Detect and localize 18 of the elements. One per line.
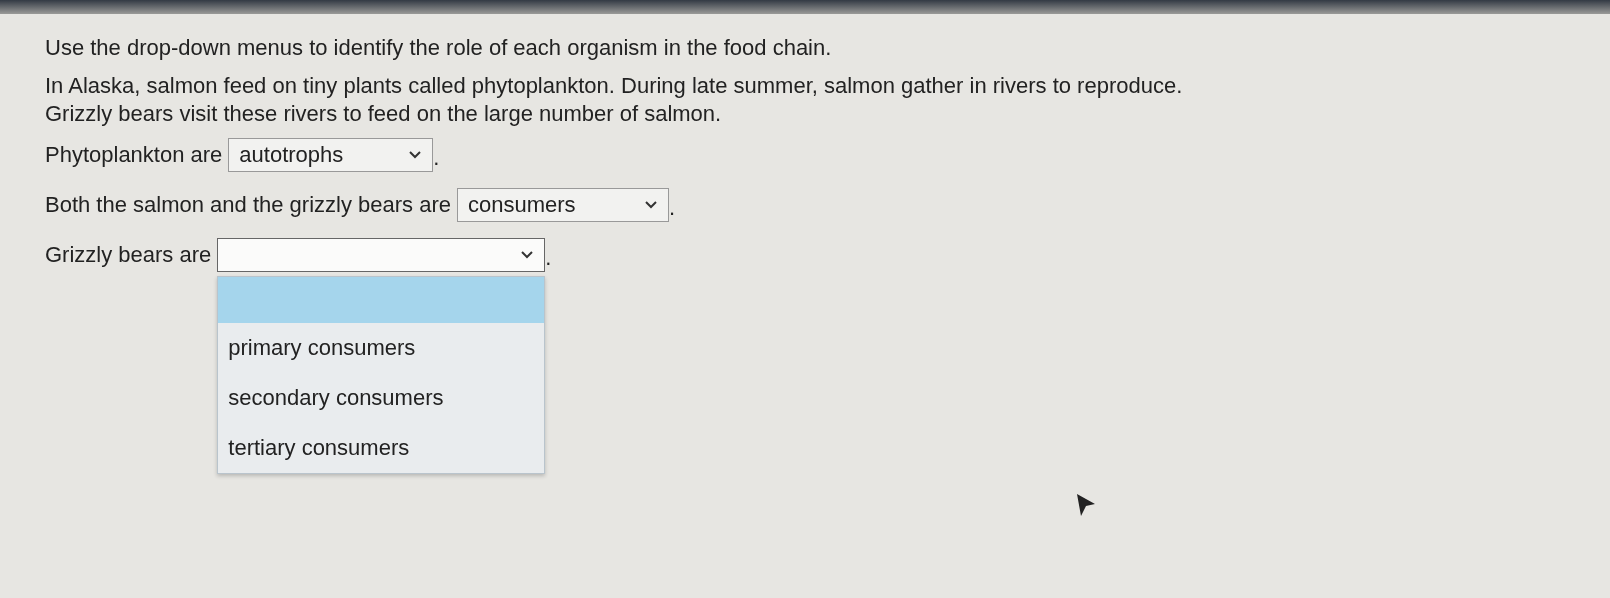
caret-icon xyxy=(520,250,535,260)
caret-icon xyxy=(644,200,658,210)
caret-icon xyxy=(408,150,423,160)
passage-text: In Alaska, salmon feed on tiny plants called phytoplankton. During late summer, salmon gather in rivers to reproduce. xyxy=(45,72,1184,100)
passage-text: Grizzly bears visit these rivers to feed on the large number of salmon. xyxy=(45,100,723,128)
period-text: . xyxy=(433,144,440,172)
dropdown-option[interactable]: tertiary consumers xyxy=(218,423,545,473)
dropdown[interactable] xyxy=(217,238,546,272)
period-text: . xyxy=(669,194,676,222)
dropdown-option[interactable]: secondary consumers xyxy=(218,373,545,423)
dropdown[interactable]: consumers xyxy=(457,188,669,222)
instructions-text: Use the drop-down menus to identify the role of each organism in the food chain. xyxy=(45,34,833,62)
question-text: Both the salmon and the grizzly bears are xyxy=(45,191,451,219)
question-text: Phytoplankton are xyxy=(45,141,223,169)
period-text: . xyxy=(545,244,552,272)
dropdown[interactable]: autotrophs xyxy=(228,138,434,172)
dropdown-option[interactable]: primary consumers xyxy=(218,323,545,373)
question-text: Grizzly bears are xyxy=(45,241,212,269)
